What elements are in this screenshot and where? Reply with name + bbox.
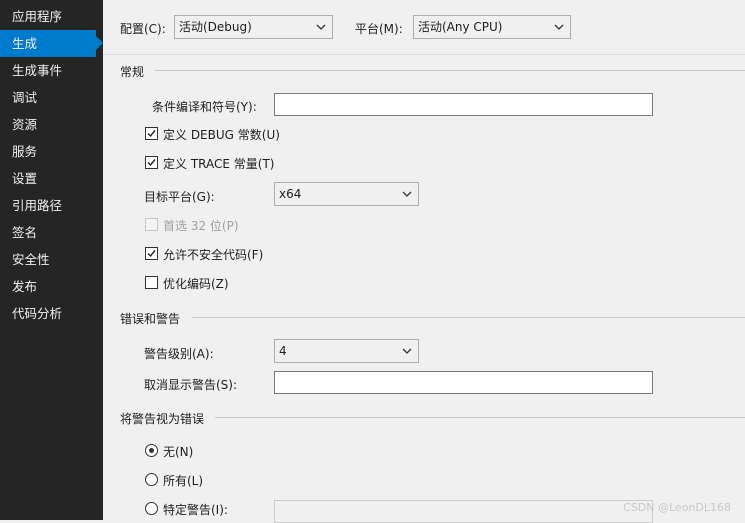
treat-all-radio[interactable] <box>145 473 158 486</box>
section-title-treat-warnings: 将警告视为错误 <box>120 412 205 426</box>
chevron-down-icon <box>402 191 412 197</box>
header-divider <box>103 54 745 55</box>
allow-unsafe-label: 允许不安全代码(F) <box>163 248 264 262</box>
configuration-value: 活动(Debug) <box>179 20 252 34</box>
checkmark-icon <box>147 130 156 138</box>
platform-target-value: x64 <box>279 187 302 201</box>
chevron-down-icon <box>554 24 564 30</box>
configuration-label: 配置(C): <box>120 22 166 36</box>
platform-label: 平台(M): <box>355 22 403 36</box>
sidebar-item-signing[interactable]: 签名 <box>0 219 103 246</box>
optimize-code-label: 优化编码(Z) <box>163 277 229 291</box>
sidebar-item-debug[interactable]: 调试 <box>0 84 103 111</box>
prefer-32bit-checkbox <box>145 218 158 231</box>
project-properties-sidebar: 应用程序 生成 生成事件 调试 资源 服务 设置 引用路径 签名 安全性 发布 … <box>0 0 103 520</box>
conditional-symbols-label: 条件编译和符号(Y): <box>152 100 257 114</box>
checkmark-icon <box>147 250 156 258</box>
platform-target-dropdown[interactable]: x64 <box>274 182 419 206</box>
warning-level-dropdown[interactable]: 4 <box>274 339 419 363</box>
section-title-errors-warnings: 错误和警告 <box>120 312 181 326</box>
sidebar-item-resources[interactable]: 资源 <box>0 111 103 138</box>
suppress-warnings-label: 取消显示警告(S): <box>144 378 238 392</box>
sidebar-item-build-events[interactable]: 生成事件 <box>0 57 103 84</box>
chevron-down-icon <box>402 348 412 354</box>
treat-none-label: 无(N) <box>163 445 194 459</box>
warning-level-value: 4 <box>279 344 287 358</box>
section-title-general: 常规 <box>120 65 145 79</box>
optimize-code-checkbox[interactable] <box>145 276 158 289</box>
warning-level-label: 警告级别(A): <box>144 347 214 361</box>
section-divider <box>215 417 745 418</box>
watermark: CSDN @LeonDL168 <box>623 501 731 514</box>
platform-value: 活动(Any CPU) <box>418 20 503 34</box>
define-debug-checkbox[interactable] <box>145 127 158 140</box>
checkmark-icon <box>147 159 156 167</box>
build-settings-panel: 配置(C): 活动(Debug) 平台(M): 活动(Any CPU) 常规 条… <box>103 0 745 523</box>
section-divider <box>155 70 745 71</box>
sidebar-item-publish[interactable]: 发布 <box>0 273 103 300</box>
conditional-symbols-input[interactable] <box>274 93 653 116</box>
sidebar-item-application[interactable]: 应用程序 <box>0 3 103 30</box>
allow-unsafe-checkbox[interactable] <box>145 247 158 260</box>
sidebar-item-reference-paths[interactable]: 引用路径 <box>0 192 103 219</box>
sidebar-item-code-analysis[interactable]: 代码分析 <box>0 300 103 327</box>
treat-specific-label: 特定警告(I): <box>163 503 228 517</box>
sidebar-item-settings[interactable]: 设置 <box>0 165 103 192</box>
platform-dropdown[interactable]: 活动(Any CPU) <box>413 15 571 39</box>
treat-specific-radio[interactable] <box>145 502 158 515</box>
sidebar-item-security[interactable]: 安全性 <box>0 246 103 273</box>
define-debug-label: 定义 DEBUG 常数(U) <box>163 128 280 142</box>
treat-all-label: 所有(L) <box>163 474 204 488</box>
sidebar-item-build[interactable]: 生成 <box>0 30 103 57</box>
chevron-down-icon <box>316 24 326 30</box>
section-divider <box>192 317 745 318</box>
prefer-32bit-label: 首选 32 位(P) <box>163 219 239 233</box>
suppress-warnings-input[interactable] <box>274 371 653 394</box>
define-trace-checkbox[interactable] <box>145 156 158 169</box>
treat-none-radio[interactable] <box>145 444 158 457</box>
sidebar-item-services[interactable]: 服务 <box>0 138 103 165</box>
configuration-dropdown[interactable]: 活动(Debug) <box>174 15 333 39</box>
define-trace-label: 定义 TRACE 常量(T) <box>163 157 275 171</box>
platform-target-label: 目标平台(G): <box>144 190 215 204</box>
